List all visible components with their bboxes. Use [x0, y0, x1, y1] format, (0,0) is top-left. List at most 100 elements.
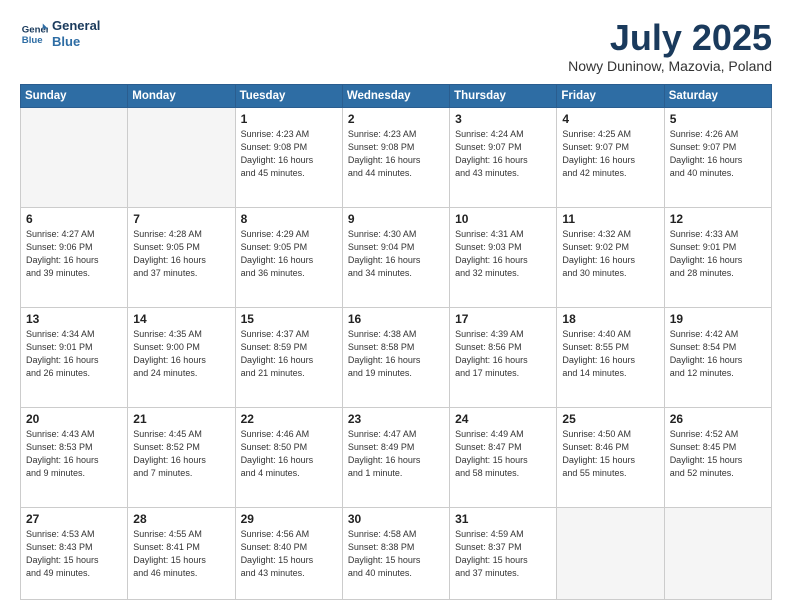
day-number: 26 — [670, 412, 766, 426]
weekday-header: Wednesday — [342, 84, 449, 107]
day-info: Sunrise: 4:29 AM Sunset: 9:05 PM Dayligh… — [241, 228, 337, 280]
day-number: 1 — [241, 112, 337, 126]
svg-text:Blue: Blue — [22, 34, 43, 45]
logo-text: General Blue — [52, 18, 100, 49]
day-number: 16 — [348, 312, 444, 326]
day-info: Sunrise: 4:46 AM Sunset: 8:50 PM Dayligh… — [241, 428, 337, 480]
day-info: Sunrise: 4:53 AM Sunset: 8:43 PM Dayligh… — [26, 528, 122, 580]
day-number: 20 — [26, 412, 122, 426]
calendar-cell: 1 Sunrise: 4:23 AM Sunset: 9:08 PM Daylig… — [235, 107, 342, 207]
calendar-cell: 19Sunrise: 4:42 AM Sunset: 8:54 PM Dayli… — [664, 307, 771, 407]
calendar-cell: 10 Sunrise: 4:31 AM Sunset: 9:03 PM Dayli… — [450, 207, 557, 307]
day-info: Sunrise: 4:50 AM Sunset: 8:46 PM Dayligh… — [562, 428, 658, 480]
day-number: 22 — [241, 412, 337, 426]
calendar-cell: 13Sunrise: 4:34 AM Sunset: 9:01 PM Dayli… — [21, 307, 128, 407]
day-number: 29 — [241, 512, 337, 526]
calendar-cell: 12 Sunrise: 4:33 AM Sunset: 9:01 PM Dayli… — [664, 207, 771, 307]
day-number: 28 — [133, 512, 229, 526]
calendar-cell — [21, 107, 128, 207]
day-info: Sunrise: 4:25 AM Sunset: 9:07 PM Dayligh… — [562, 128, 658, 180]
calendar-cell: 23 Sunrise: 4:47 AM Sunset: 8:49 PM Dayli… — [342, 407, 449, 507]
day-info: Sunrise: 4:55 AM Sunset: 8:41 PM Dayligh… — [133, 528, 229, 580]
day-number: 14 — [133, 312, 229, 326]
day-number: 2 — [348, 112, 444, 126]
calendar-cell: 3 Sunrise: 4:24 AM Sunset: 9:07 PM Daylig… — [450, 107, 557, 207]
day-number: 5 — [670, 112, 766, 126]
weekday-header: Friday — [557, 84, 664, 107]
day-number: 3 — [455, 112, 551, 126]
day-info: Sunrise: 4:40 AM Sunset: 8:55 PM Dayligh… — [562, 328, 658, 380]
calendar-week-row: 20 Sunrise: 4:43 AM Sunset: 8:53 PM Dayli… — [21, 407, 772, 507]
day-info: Sunrise: 4:30 AM Sunset: 9:04 PM Dayligh… — [348, 228, 444, 280]
logo-icon: General Blue — [20, 20, 48, 48]
day-number: 12 — [670, 212, 766, 226]
calendar-cell: 8 Sunrise: 4:29 AM Sunset: 9:05 PM Daylig… — [235, 207, 342, 307]
day-number: 8 — [241, 212, 337, 226]
calendar-cell: 29Sunrise: 4:56 AM Sunset: 8:40 PM Dayli… — [235, 507, 342, 599]
day-number: 21 — [133, 412, 229, 426]
calendar-cell: 22 Sunrise: 4:46 AM Sunset: 8:50 PM Dayli… — [235, 407, 342, 507]
day-info: Sunrise: 4:38 AM Sunset: 8:58 PM Dayligh… — [348, 328, 444, 380]
weekday-header: Thursday — [450, 84, 557, 107]
subtitle: Nowy Duninow, Mazovia, Poland — [568, 58, 772, 74]
logo: General Blue General Blue — [20, 18, 100, 49]
day-info: Sunrise: 4:24 AM Sunset: 9:07 PM Dayligh… — [455, 128, 551, 180]
calendar-week-row: 13Sunrise: 4:34 AM Sunset: 9:01 PM Dayli… — [21, 307, 772, 407]
calendar-cell: 16 Sunrise: 4:38 AM Sunset: 8:58 PM Dayli… — [342, 307, 449, 407]
calendar-cell: 5 Sunrise: 4:26 AM Sunset: 9:07 PM Daylig… — [664, 107, 771, 207]
day-info: Sunrise: 4:33 AM Sunset: 9:01 PM Dayligh… — [670, 228, 766, 280]
day-info: Sunrise: 4:59 AM Sunset: 8:37 PM Dayligh… — [455, 528, 551, 580]
day-number: 7 — [133, 212, 229, 226]
weekday-header: Tuesday — [235, 84, 342, 107]
day-info: Sunrise: 4:23 AM Sunset: 9:08 PM Dayligh… — [241, 128, 337, 180]
calendar-cell: 25Sunrise: 4:50 AM Sunset: 8:46 PM Dayli… — [557, 407, 664, 507]
day-number: 24 — [455, 412, 551, 426]
day-number: 17 — [455, 312, 551, 326]
day-number: 4 — [562, 112, 658, 126]
calendar-cell: 24 Sunrise: 4:49 AM Sunset: 8:47 PM Dayli… — [450, 407, 557, 507]
calendar-cell: 4 Sunrise: 4:25 AM Sunset: 9:07 PM Daylig… — [557, 107, 664, 207]
day-info: Sunrise: 4:31 AM Sunset: 9:03 PM Dayligh… — [455, 228, 551, 280]
calendar-week-row: 27Sunrise: 4:53 AM Sunset: 8:43 PM Dayli… — [21, 507, 772, 599]
calendar-cell: 26Sunrise: 4:52 AM Sunset: 8:45 PM Dayli… — [664, 407, 771, 507]
day-number: 18 — [562, 312, 658, 326]
day-number: 11 — [562, 212, 658, 226]
calendar-cell: 14 Sunrise: 4:35 AM Sunset: 9:00 PM Dayli… — [128, 307, 235, 407]
day-info: Sunrise: 4:34 AM Sunset: 9:01 PM Dayligh… — [26, 328, 122, 380]
calendar-cell — [664, 507, 771, 599]
calendar-cell: 28 Sunrise: 4:55 AM Sunset: 8:41 PM Dayli… — [128, 507, 235, 599]
calendar-cell: 20 Sunrise: 4:43 AM Sunset: 8:53 PM Dayli… — [21, 407, 128, 507]
calendar-cell: 17 Sunrise: 4:39 AM Sunset: 8:56 PM Dayli… — [450, 307, 557, 407]
day-info: Sunrise: 4:26 AM Sunset: 9:07 PM Dayligh… — [670, 128, 766, 180]
day-info: Sunrise: 4:49 AM Sunset: 8:47 PM Dayligh… — [455, 428, 551, 480]
calendar-cell: 9 Sunrise: 4:30 AM Sunset: 9:04 PM Daylig… — [342, 207, 449, 307]
weekday-header: Monday — [128, 84, 235, 107]
calendar-table: SundayMondayTuesdayWednesdayThursdayFrid… — [20, 84, 772, 600]
day-info: Sunrise: 4:35 AM Sunset: 9:00 PM Dayligh… — [133, 328, 229, 380]
day-info: Sunrise: 4:43 AM Sunset: 8:53 PM Dayligh… — [26, 428, 122, 480]
day-number: 9 — [348, 212, 444, 226]
calendar-cell: 6Sunrise: 4:27 AM Sunset: 9:06 PM Daylig… — [21, 207, 128, 307]
main-title: July 2025 — [568, 18, 772, 58]
calendar-cell — [128, 107, 235, 207]
calendar-cell: 7Sunrise: 4:28 AM Sunset: 9:05 PM Daylig… — [128, 207, 235, 307]
day-info: Sunrise: 4:42 AM Sunset: 8:54 PM Dayligh… — [670, 328, 766, 380]
calendar-cell — [557, 507, 664, 599]
calendar-header-row: SundayMondayTuesdayWednesdayThursdayFrid… — [21, 84, 772, 107]
calendar-cell: 2 Sunrise: 4:23 AM Sunset: 9:08 PM Daylig… — [342, 107, 449, 207]
logo-line1: General — [52, 18, 100, 33]
day-info: Sunrise: 4:23 AM Sunset: 9:08 PM Dayligh… — [348, 128, 444, 180]
day-info: Sunrise: 4:47 AM Sunset: 8:49 PM Dayligh… — [348, 428, 444, 480]
day-info: Sunrise: 4:32 AM Sunset: 9:02 PM Dayligh… — [562, 228, 658, 280]
day-info: Sunrise: 4:37 AM Sunset: 8:59 PM Dayligh… — [241, 328, 337, 380]
calendar-cell: 15Sunrise: 4:37 AM Sunset: 8:59 PM Dayli… — [235, 307, 342, 407]
day-info: Sunrise: 4:45 AM Sunset: 8:52 PM Dayligh… — [133, 428, 229, 480]
weekday-header: Sunday — [21, 84, 128, 107]
day-info: Sunrise: 4:39 AM Sunset: 8:56 PM Dayligh… — [455, 328, 551, 380]
day-number: 30 — [348, 512, 444, 526]
calendar-cell: 31 Sunrise: 4:59 AM Sunset: 8:37 PM Dayli… — [450, 507, 557, 599]
day-number: 31 — [455, 512, 551, 526]
day-number: 23 — [348, 412, 444, 426]
day-number: 10 — [455, 212, 551, 226]
calendar-cell: 27Sunrise: 4:53 AM Sunset: 8:43 PM Dayli… — [21, 507, 128, 599]
